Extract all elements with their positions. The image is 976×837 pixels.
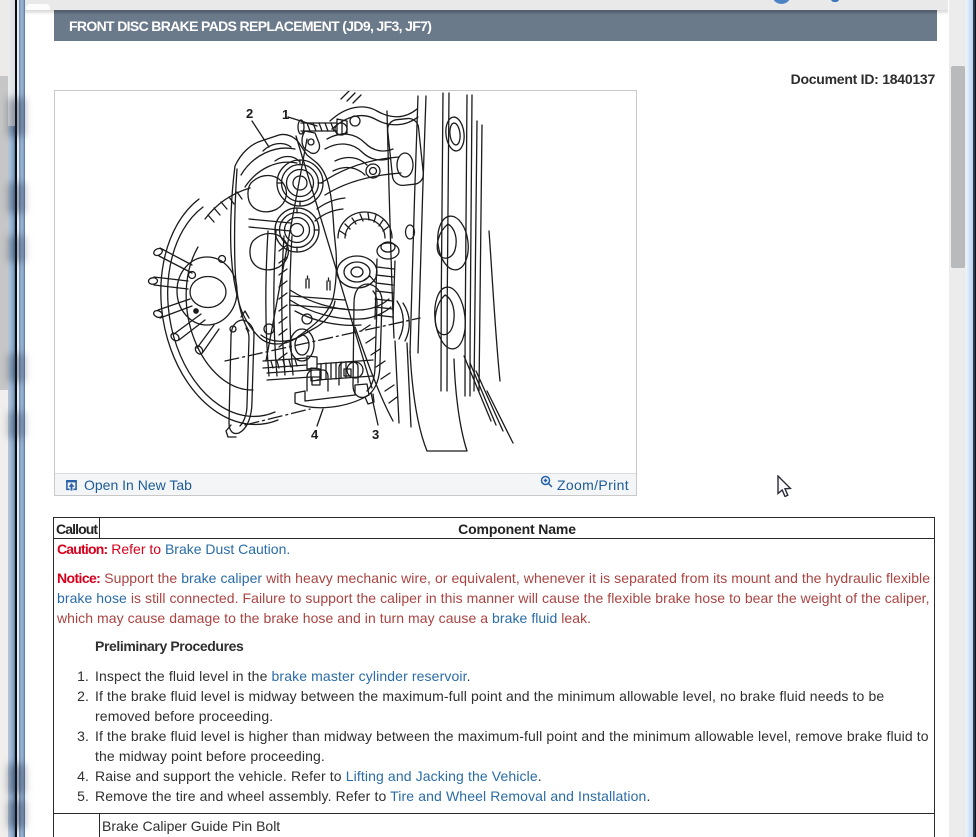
svg-text:2: 2 — [246, 106, 253, 121]
svg-text:3: 3 — [372, 427, 379, 442]
svg-text:4: 4 — [311, 427, 319, 442]
svg-text:1: 1 — [282, 107, 289, 122]
